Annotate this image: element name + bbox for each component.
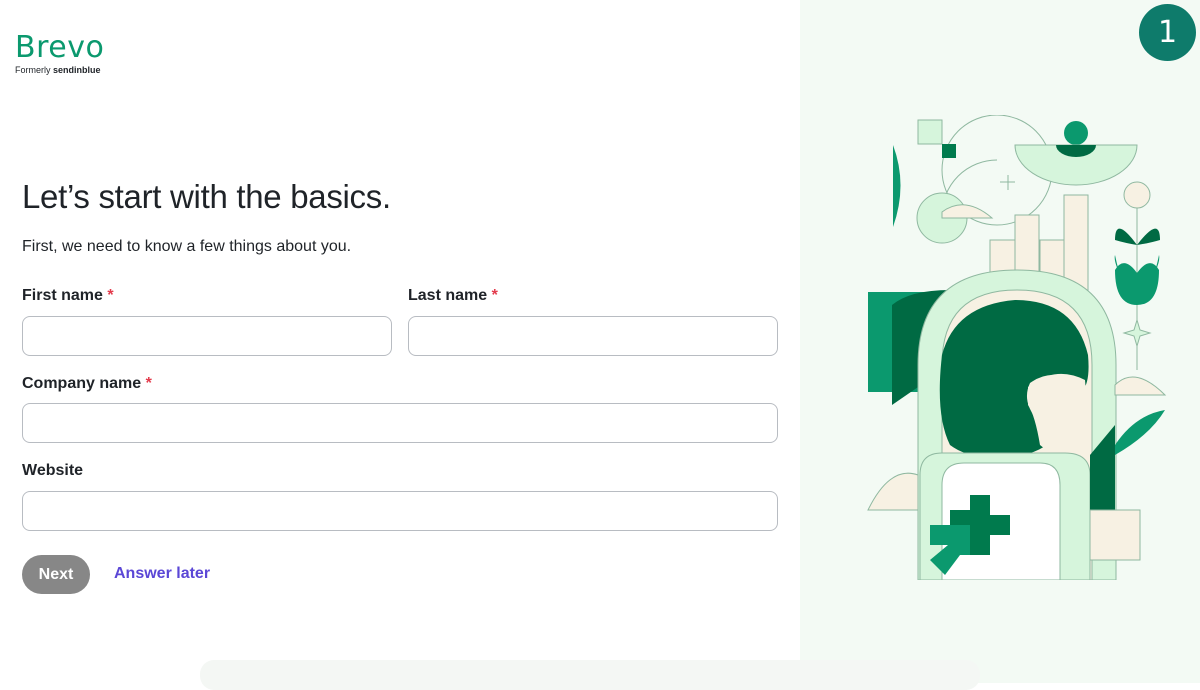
brevo-logo[interactable]: Brevo Formerly sendinblue bbox=[15, 30, 105, 76]
first-name-input[interactable] bbox=[22, 316, 392, 356]
last-name-input[interactable] bbox=[408, 316, 778, 356]
company-name-label: Company name * bbox=[22, 375, 152, 392]
page-subtitle: First, we need to know a few things abou… bbox=[22, 238, 352, 255]
next-button[interactable]: Next bbox=[22, 555, 90, 594]
required-marker: * bbox=[145, 375, 152, 392]
page-title: Let’s start with the basics. bbox=[22, 178, 391, 215]
step-badge: 1 bbox=[1139, 4, 1196, 61]
first-name-label: First name * bbox=[22, 287, 114, 304]
logo-tagline: Formerly sendinblue bbox=[15, 65, 101, 75]
form-panel: Brevo Formerly sendinblue Let’s start wi… bbox=[0, 0, 800, 683]
logo-wordmark: Brevo bbox=[15, 30, 105, 65]
required-marker: * bbox=[107, 287, 114, 304]
website-input[interactable] bbox=[22, 491, 778, 531]
last-name-label: Last name * bbox=[408, 287, 498, 304]
bottom-shadow bbox=[200, 660, 980, 690]
abstract-person-plants-illustration bbox=[867, 115, 1167, 580]
company-name-input[interactable] bbox=[22, 403, 778, 443]
required-marker: * bbox=[491, 287, 498, 304]
answer-later-link[interactable]: Answer later bbox=[114, 565, 210, 583]
website-label: Website bbox=[22, 462, 84, 479]
